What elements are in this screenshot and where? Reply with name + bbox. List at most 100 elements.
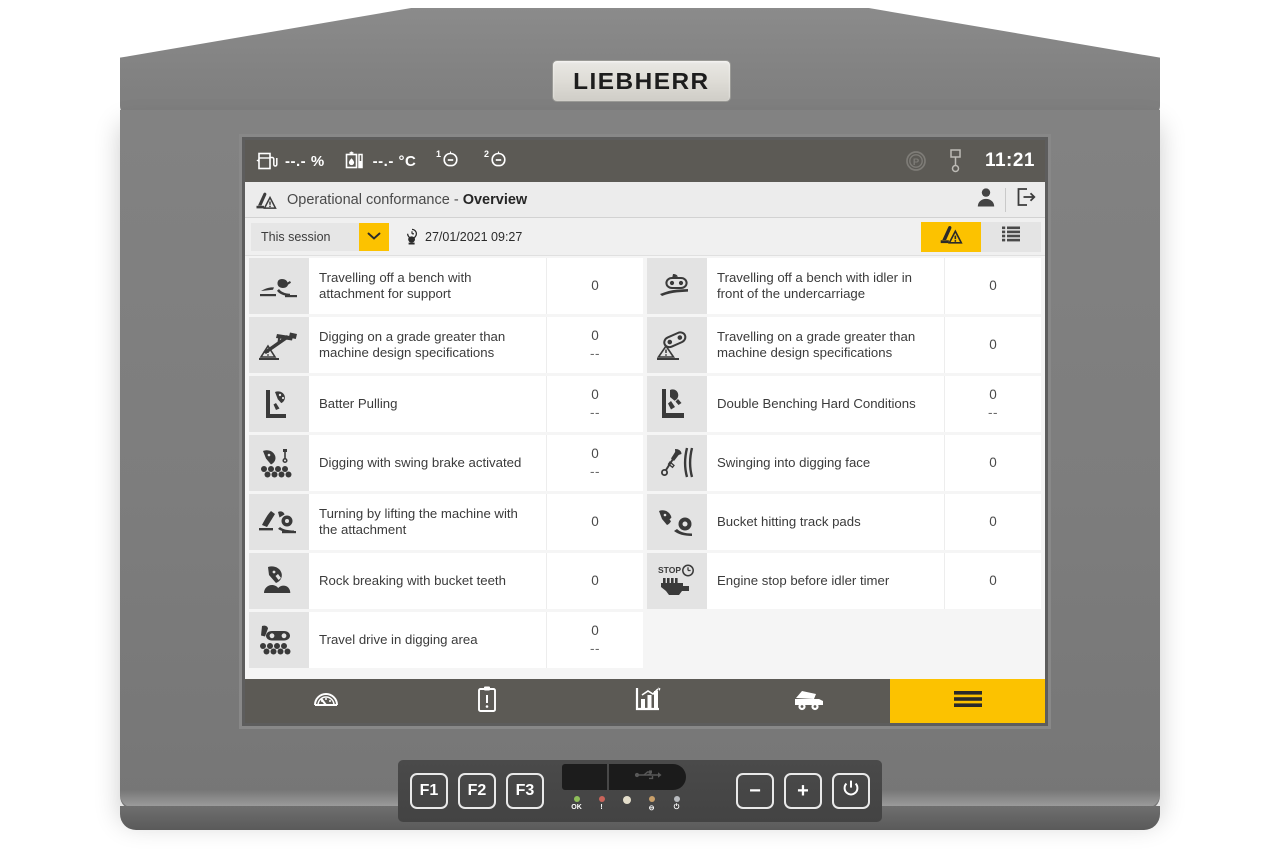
value-sub: -- — [590, 346, 600, 361]
swing-brake-icon — [249, 435, 309, 491]
view-conformance-button[interactable] — [921, 221, 981, 252]
table-row-value: 0 — [945, 317, 1041, 373]
table-row[interactable]: Bucket hitting track pads 0 — [647, 494, 1041, 550]
value-main: 0 — [989, 513, 997, 529]
turning-by-lifting-icon — [249, 494, 309, 550]
clipboard-alert-icon — [475, 685, 499, 718]
fuel-pump-icon — [255, 149, 279, 173]
value-main: 0 — [989, 386, 997, 402]
led-power-dot — [673, 796, 680, 802]
table-row[interactable]: Batter Pulling 0 -- — [249, 376, 643, 432]
table-row-value: 0 — [547, 553, 643, 609]
pilot-control-lever-icon — [945, 147, 965, 175]
session-select[interactable]: This session — [251, 222, 389, 251]
status-bar-right: P 11:21 — [903, 147, 1035, 175]
table-row[interactable]: Travelling on a grade greater than machi… — [647, 317, 1041, 373]
view-toggle — [921, 221, 1041, 252]
table-row-value: 0 -- — [547, 317, 643, 373]
parking-brake-icon: P — [903, 148, 929, 174]
session-select-arrow[interactable] — [359, 222, 389, 251]
control-key-group: − + — [736, 773, 870, 809]
logout-button[interactable] — [1006, 182, 1045, 218]
session-timestamp-value: 27/01/2021 09:27 — [425, 229, 523, 244]
nav-statistics-button[interactable] — [568, 679, 729, 723]
table-row[interactable]: Swinging into digging face 0 — [647, 435, 1041, 491]
display-screen: --.- % --.- °C 1 2 P 11:21 Operational c… — [245, 140, 1045, 723]
double-benching-icon — [647, 376, 707, 432]
power-key[interactable] — [832, 773, 870, 809]
led-power: ⏻ — [664, 796, 689, 812]
light-sensor-dot — [622, 796, 631, 804]
table-row[interactable]: Travel drive in digging area 0 -- — [249, 612, 643, 668]
travel-off-bench-idler-icon — [647, 258, 707, 314]
nav-dashboard-button[interactable] — [245, 679, 406, 723]
table-row-value: 0 — [547, 258, 643, 314]
page-title-prefix: Operational conformance - — [287, 191, 463, 208]
table-row-label: Swinging into digging face — [707, 435, 945, 491]
value-sub: -- — [590, 464, 600, 479]
value-main: 0 — [591, 513, 599, 529]
table-row-label: Rock breaking with bucket teeth — [309, 553, 547, 609]
value-sub: -- — [590, 405, 600, 420]
nav-machine-button[interactable] — [729, 679, 890, 723]
bar-chart-icon — [633, 685, 663, 718]
value-main: 0 — [591, 572, 599, 588]
svg-text:1: 1 — [436, 149, 441, 159]
led-warning-dot — [598, 796, 605, 802]
fuel-value: --.- % — [285, 152, 325, 170]
user-button[interactable] — [966, 182, 1005, 218]
table-row-label: Travelling off a bench with attachment f… — [309, 258, 547, 314]
hardware-keypad: F1 F2 F3 OK ! ⊖ ⏻ − + — [398, 760, 882, 822]
power-icon: ⏻ — [673, 804, 680, 811]
f1-key[interactable]: F1 — [410, 773, 448, 809]
table-row[interactable]: STOP Engine stop before idler timer 0 — [647, 553, 1041, 609]
oil-temperature-value: --.- °C — [372, 152, 417, 170]
usb-icon — [633, 768, 663, 787]
table-row-label: Travelling on a grade greater than machi… — [707, 317, 945, 373]
batter-pulling-icon — [249, 376, 309, 432]
aux-tank-1-icon: 1 — [434, 147, 464, 175]
nav-menu-button[interactable] — [890, 679, 1045, 723]
value-main: 0 — [989, 572, 997, 588]
oil-temperature-status: --.- °C — [343, 149, 417, 173]
clock-time: 11:21 — [984, 150, 1035, 171]
led-input-power: ⊖ — [639, 796, 664, 812]
nav-diagnostics-button[interactable] — [406, 679, 567, 723]
hamburger-menu-icon — [951, 687, 985, 716]
table-row-label: Turning by lifting the machine with the … — [309, 494, 547, 550]
value-sub: -- — [988, 405, 998, 420]
input-power-icon: ⊖ — [648, 805, 655, 812]
table-row-label: Double Benching Hard Conditions — [707, 376, 945, 432]
table-row-value: 0 -- — [547, 435, 643, 491]
table-row[interactable]: Double Benching Hard Conditions 0 -- — [647, 376, 1041, 432]
table-row[interactable]: Turning by lifting the machine with the … — [249, 494, 643, 550]
travel-off-bench-attachment-icon — [249, 258, 309, 314]
table-row[interactable]: Travelling off a bench with attachment f… — [249, 258, 643, 314]
f3-key[interactable]: F3 — [506, 773, 544, 809]
table-row-value: 0 — [945, 553, 1041, 609]
led-ambient-sensor — [614, 796, 639, 804]
oil-temperature-icon — [343, 149, 367, 173]
table-row[interactable]: Rock breaking with bucket teeth 0 — [249, 553, 643, 609]
table-row-label: Batter Pulling — [309, 376, 547, 432]
engine-stop-idler-icon: STOP — [647, 553, 707, 609]
table-row[interactable]: Travelling off a bench with idler in fro… — [647, 258, 1041, 314]
svg-text:STOP: STOP — [658, 565, 681, 575]
value-main: 0 — [591, 386, 599, 402]
plus-key[interactable]: + — [784, 773, 822, 809]
brand-badge: LIEBHERR — [552, 60, 731, 102]
status-led-group: OK ! ⊖ ⏻ — [564, 796, 690, 812]
f2-key[interactable]: F2 — [458, 773, 496, 809]
table-row[interactable]: Digging on a grade greater than machine … — [249, 317, 643, 373]
table-row-label: Bucket hitting track pads — [707, 494, 945, 550]
bottom-navigation — [245, 679, 1045, 723]
led-warning-label: ! — [600, 804, 603, 811]
minus-key[interactable]: − — [736, 773, 774, 809]
clock-session-icon — [403, 228, 421, 246]
table-row-value: 0 — [945, 435, 1041, 491]
table-row[interactable]: Digging with swing brake activated 0 -- — [249, 435, 643, 491]
usb-cover-left[interactable] — [562, 764, 607, 790]
view-list-button[interactable] — [981, 221, 1041, 252]
aux-tank-2-status: 2 — [482, 147, 512, 175]
usb-cover-right[interactable] — [609, 764, 686, 790]
